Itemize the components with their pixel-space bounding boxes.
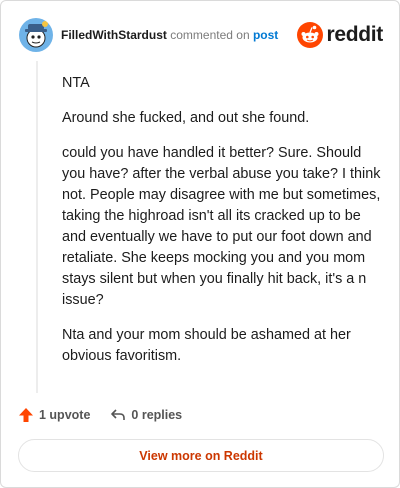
view-more-button[interactable]: View more on Reddit <box>18 439 384 472</box>
post-link[interactable]: post <box>253 28 278 42</box>
comment-actions: 1 upvote 0 replies <box>18 405 202 425</box>
reply-icon <box>111 409 126 420</box>
comment-paragraph: Nta and your mom should be ashamed at he… <box>62 327 351 364</box>
comment-card: FilledWithStardust commented on post red… <box>0 0 400 488</box>
upvote-button[interactable]: 1 upvote <box>18 407 90 423</box>
comment-paragraph: NTA <box>62 75 90 91</box>
comment-paragraph: Around she fucked, and out she found. <box>62 110 310 126</box>
avatar[interactable] <box>19 18 53 52</box>
comment-body: NTA Around she fucked, and out she found… <box>62 73 382 381</box>
reddit-wordmark: reddit <box>326 23 383 46</box>
reddit-brand[interactable]: reddit <box>297 22 383 48</box>
upvote-count: 1 upvote <box>39 408 91 422</box>
username[interactable]: FilledWithStardust <box>61 28 167 42</box>
upvote-arrow-icon <box>19 408 33 422</box>
comment-header: FilledWithStardust commented on post red… <box>19 15 383 55</box>
reply-count: 0 replies <box>131 408 183 422</box>
byline: FilledWithStardust commented on post <box>61 28 297 42</box>
comment-paragraph: could you have handled it better? Sure. … <box>62 145 381 308</box>
commented-on-text: commented on <box>170 28 250 42</box>
reply-button[interactable]: 0 replies <box>110 408 182 422</box>
thread-line <box>36 61 38 393</box>
reddit-logo-icon <box>297 22 324 48</box>
